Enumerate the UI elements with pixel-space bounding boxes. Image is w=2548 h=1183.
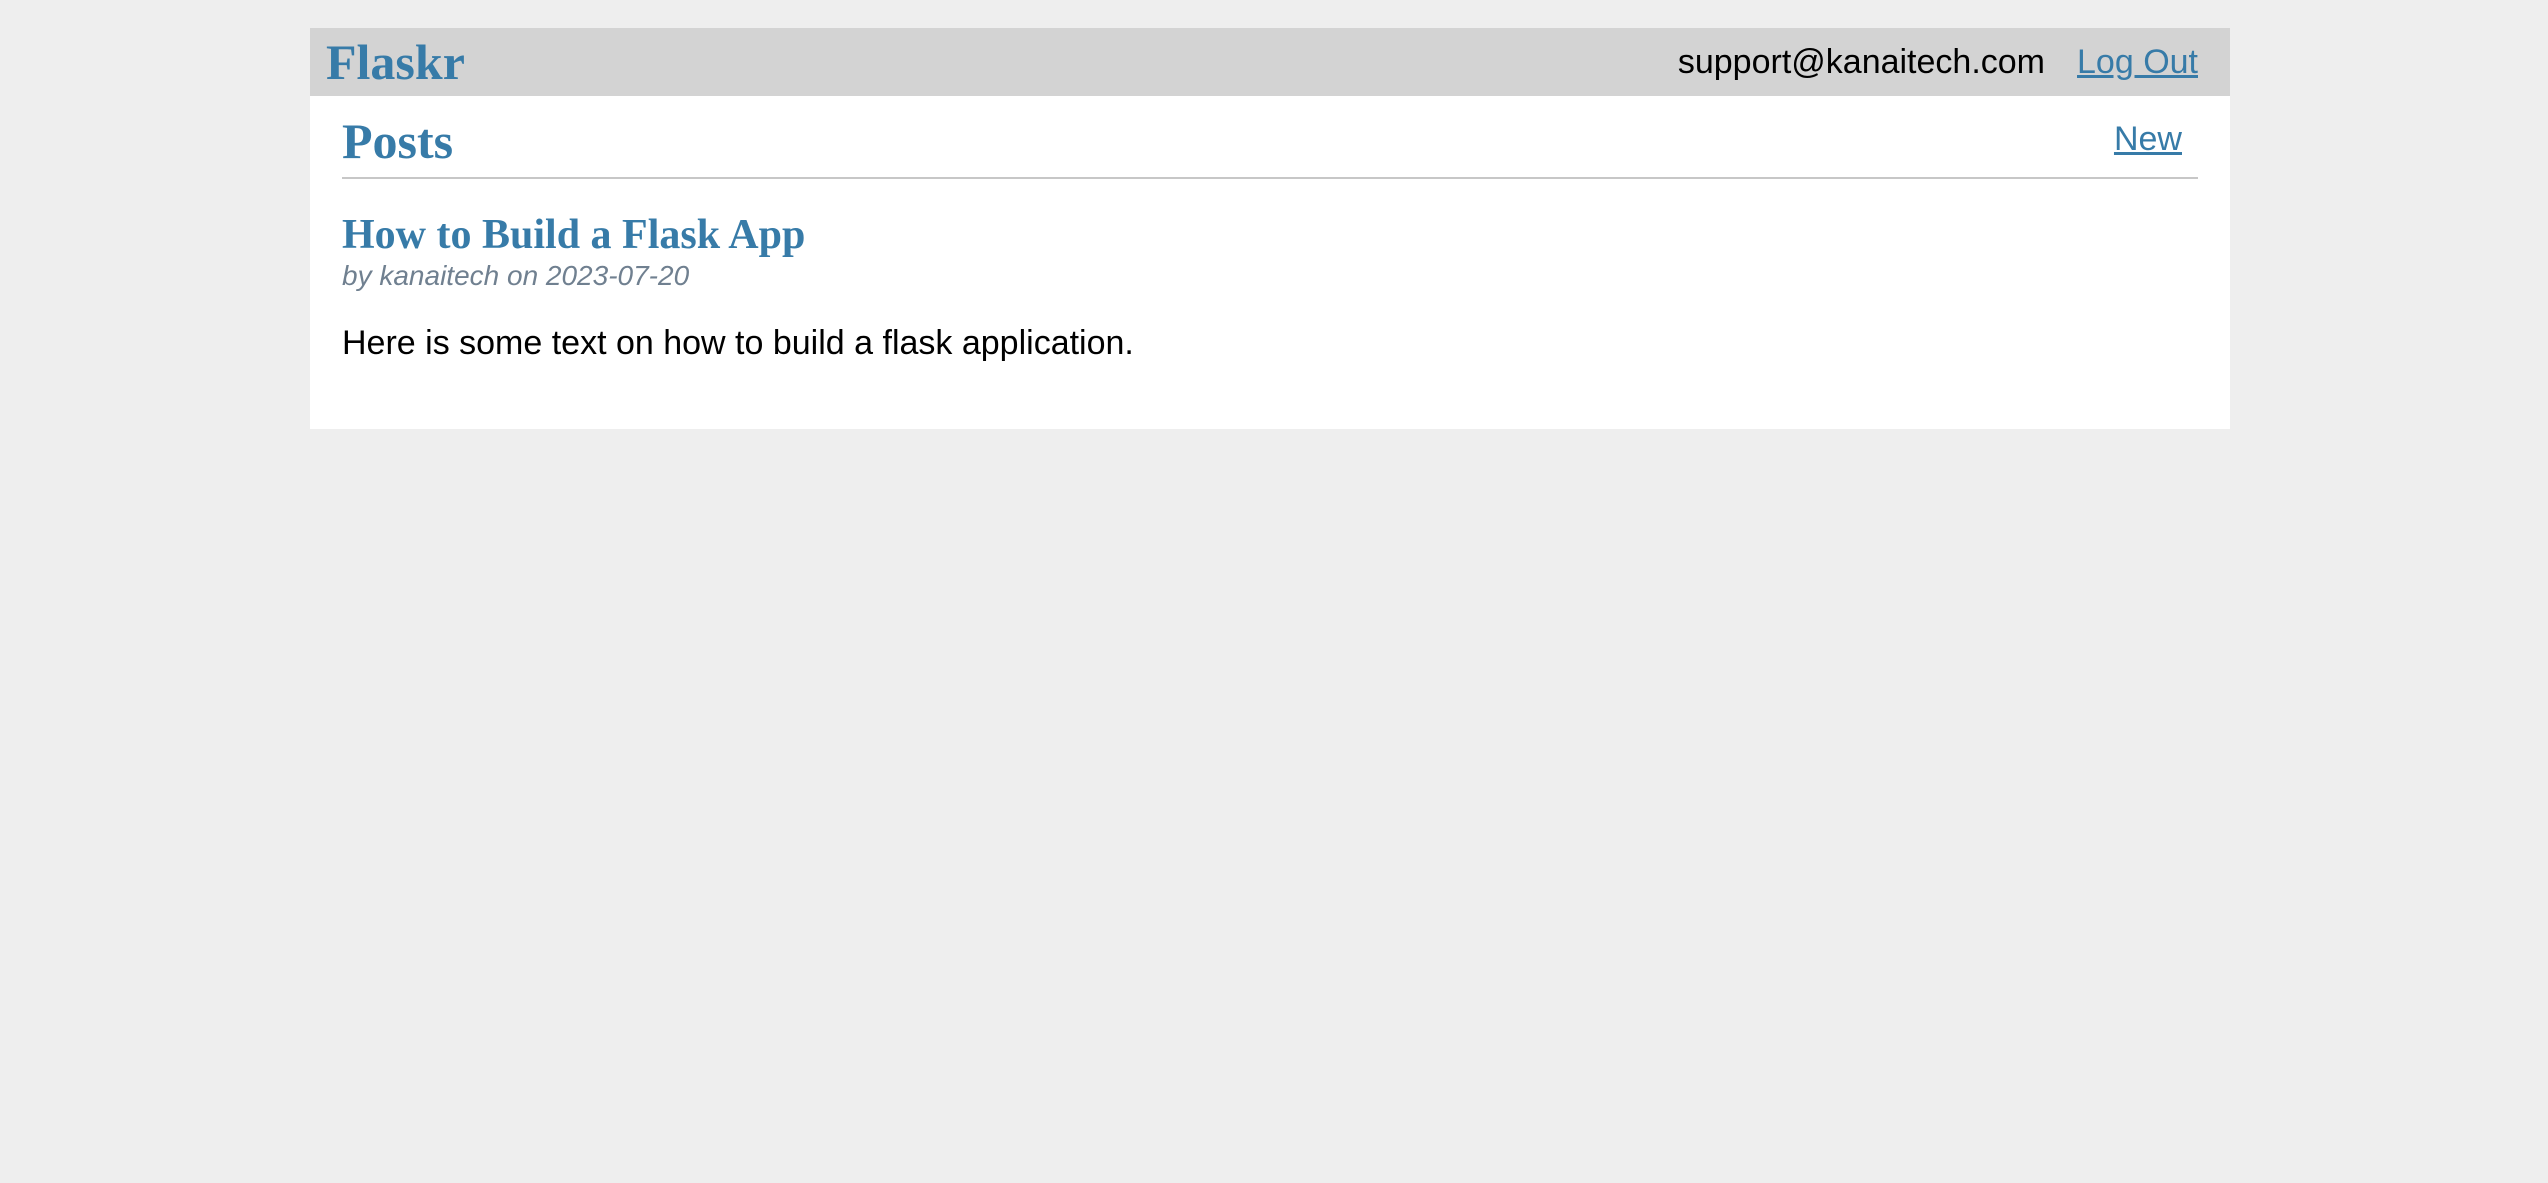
post-title: How to Build a Flask App [342, 212, 806, 258]
logout-link[interactable]: Log Out [2077, 43, 2198, 82]
post-item: How to Build a Flask App by kanaitech on… [342, 179, 2198, 365]
main-content: Posts New How to Build a Flask App by ka… [310, 96, 2230, 429]
top-nav: Flaskr support@kanaitech.com Log Out [310, 28, 2230, 96]
post-meta: by kanaitech on 2023-07-20 [342, 260, 690, 292]
nav-user-area: support@kanaitech.com Log Out [1678, 43, 2198, 82]
page-title: Posts [342, 113, 454, 169]
post-body: Here is some text on how to build a flas… [342, 323, 1134, 362]
page-container: Flaskr support@kanaitech.com Log Out Pos… [310, 28, 2230, 429]
brand-title: Flaskr [326, 34, 465, 90]
content-header: Posts New [342, 96, 2198, 179]
new-post-link[interactable]: New [2114, 120, 2182, 159]
user-email: support@kanaitech.com [1677, 42, 2046, 81]
